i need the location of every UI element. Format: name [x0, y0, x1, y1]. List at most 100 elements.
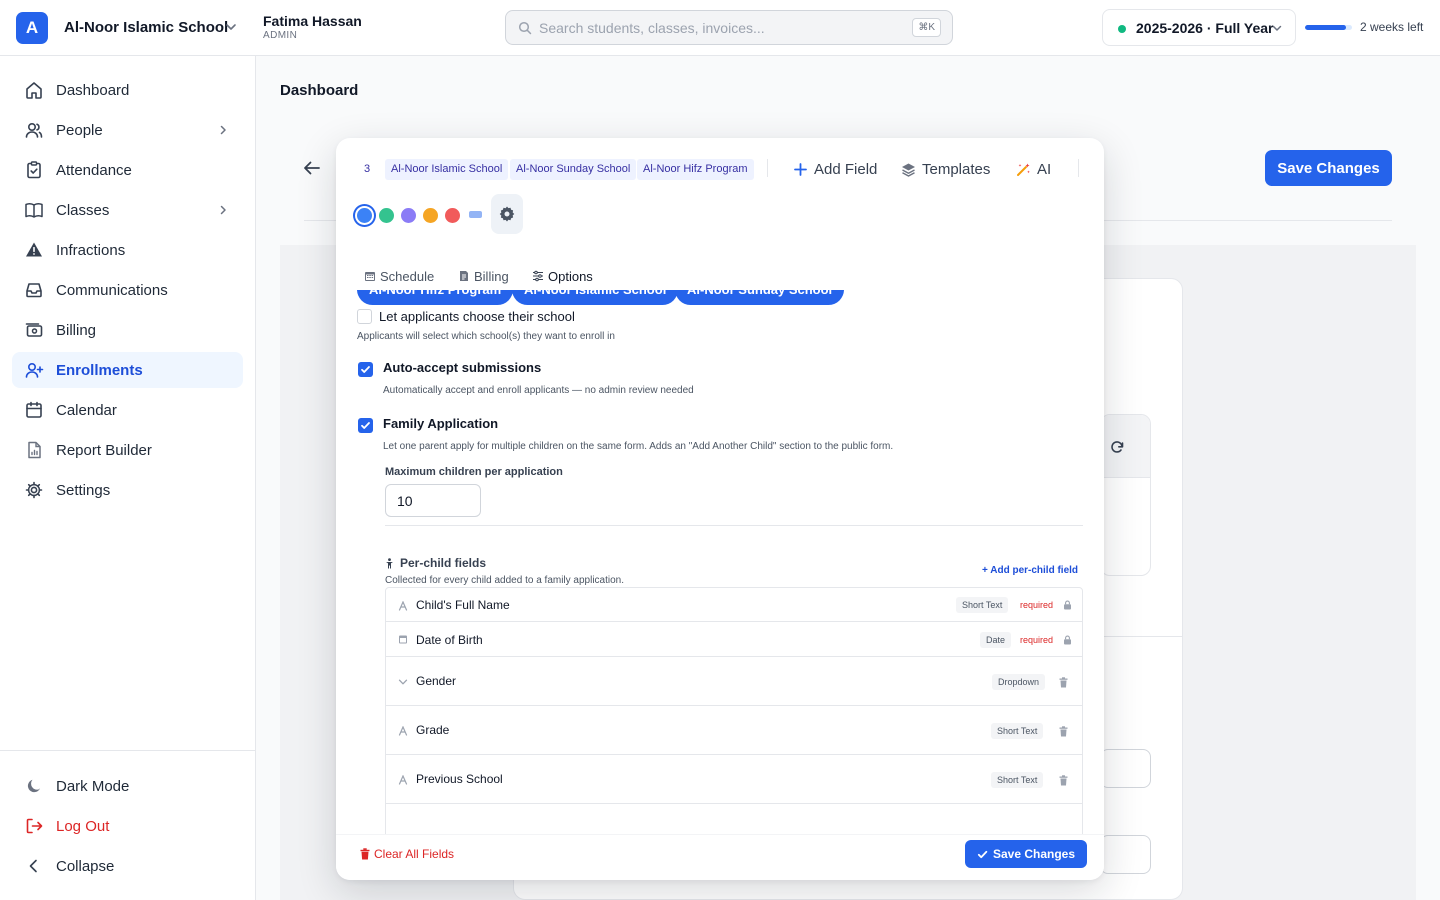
redo-icon[interactable]	[1109, 439, 1125, 455]
school-logo[interactable]: A	[16, 12, 48, 44]
clipboard-check-icon	[27, 161, 41, 179]
sidebar-item-billing[interactable]: Billing	[12, 312, 243, 348]
chevron-down-icon	[398, 679, 408, 685]
sidebar-item-settings[interactable]: Settings	[12, 472, 243, 508]
list-item[interactable]: Previous School Short Text	[386, 755, 1082, 804]
tab-label: Options	[548, 268, 593, 284]
report-icon	[28, 441, 41, 459]
theme-color-swatch[interactable]	[401, 208, 416, 223]
school-chip[interactable]: Al-Noor Islamic School	[385, 159, 509, 180]
school-switcher[interactable]: Al-Noor Islamic School	[64, 19, 228, 36]
save-changes-button[interactable]: Save Changes	[1265, 150, 1392, 186]
sidebar-item-dashboard[interactable]: Dashboard	[12, 72, 243, 108]
logout-button[interactable]: Log Out	[12, 808, 243, 844]
calendar-icon	[365, 272, 375, 281]
theme-settings-button[interactable]	[491, 194, 523, 234]
toolbar-divider	[1078, 159, 1079, 177]
school-chip[interactable]: Al-Noor Sunday School	[510, 159, 637, 180]
school-chip[interactable]: Al-Noor Hifz Program	[637, 159, 754, 180]
chevron-right-icon	[220, 125, 226, 135]
top-bar: A Al-Noor Islamic School Fatima Hassan A…	[0, 0, 1440, 56]
collapse-sidebar-button[interactable]: Collapse	[12, 848, 243, 884]
sidebar-item-classes[interactable]: Classes	[12, 192, 243, 228]
form-settings-modal: 3 Al-Noor Islamic School Al-Noor Sunday …	[336, 138, 1104, 880]
sidebar-item-attendance[interactable]: Attendance	[12, 152, 243, 188]
child-icon	[386, 557, 393, 568]
trash-icon[interactable]	[1059, 726, 1068, 737]
sidebar-item-label: Billing	[56, 322, 97, 339]
search-input[interactable]: Search students, classes, invoices... ⌘K	[505, 10, 953, 45]
modal-save-button[interactable]: Save Changes	[965, 840, 1087, 868]
breadcrumb[interactable]: Dashboard	[280, 82, 358, 99]
trash-icon[interactable]	[1059, 677, 1068, 688]
sidebar-item-infractions[interactable]: Infractions	[12, 232, 243, 268]
school-pill[interactable]: Al-Noor Hifz Program	[357, 290, 514, 305]
back-arrow-icon[interactable]	[302, 158, 322, 178]
gear-icon	[499, 206, 515, 222]
sidebar-item-report-builder[interactable]: Report Builder	[12, 432, 243, 468]
sidebar-item-people[interactable]: People	[12, 112, 243, 148]
calendar-small-icon	[399, 635, 407, 644]
list-item[interactable]: Grade Short Text	[386, 706, 1082, 755]
custom-color-swatch[interactable]	[469, 211, 482, 218]
clear-all-label: Clear All Fields	[374, 847, 455, 861]
theme-color-swatch[interactable]	[379, 208, 394, 223]
max-children-input[interactable]	[385, 484, 481, 517]
chevron-left-icon	[29, 859, 37, 873]
preview-divider	[1104, 636, 1183, 637]
list-item[interactable]: Date of Birth Date required	[386, 622, 1082, 657]
auto-accept-checkbox[interactable]	[358, 362, 373, 377]
tab-billing[interactable]: Billing	[458, 268, 509, 284]
add-per-child-field-button[interactable]: + Add per-child field	[982, 565, 1078, 576]
sidebar-item-label: Report Builder	[56, 442, 152, 459]
plus-icon	[794, 162, 807, 176]
clear-all-fields-button[interactable]: Clear All Fields	[360, 847, 454, 861]
sidebar: Dashboard People Attendance Classes Infr…	[0, 56, 256, 900]
check-icon	[361, 422, 370, 429]
user-info[interactable]: Fatima Hassan ADMIN	[263, 13, 362, 41]
sidebar-item-calendar[interactable]: Calendar	[12, 392, 243, 428]
dark-mode-toggle[interactable]: Dark Mode	[12, 768, 243, 804]
theme-color-swatch[interactable]	[357, 208, 372, 223]
toolbar-divider	[767, 159, 768, 177]
trash-icon[interactable]	[1059, 775, 1068, 786]
ai-button[interactable]: AI	[1016, 157, 1051, 181]
invoice-icon	[460, 271, 468, 281]
preview-field-header	[1101, 415, 1150, 478]
chevron-down-icon[interactable]	[224, 20, 238, 34]
school-year-select[interactable]: 2025-2026 · Full Year	[1102, 9, 1296, 46]
list-item[interactable]: Gender Dropdown	[386, 657, 1082, 706]
billing-icon	[25, 323, 43, 337]
choose-school-checkbox[interactable]	[357, 309, 372, 324]
choose-school-desc: Applicants will select which school(s) t…	[357, 331, 615, 342]
templates-button[interactable]: Templates	[901, 157, 990, 181]
tab-options[interactable]: Options	[532, 268, 593, 284]
theme-color-swatch[interactable]	[423, 208, 438, 223]
required-tag: required	[1020, 600, 1054, 610]
add-field-label: Add Field	[814, 160, 878, 178]
logout-label: Log Out	[56, 818, 110, 835]
magic-wand-icon	[1017, 163, 1030, 176]
family-application-checkbox[interactable]	[358, 418, 373, 433]
preview-field-card	[1100, 414, 1151, 576]
field-name: Date of Birth	[416, 633, 483, 647]
field-type-badge: Dropdown	[992, 674, 1046, 690]
sidebar-item-enrollments[interactable]: Enrollments	[12, 352, 243, 388]
sidebar-item-label: Classes	[56, 202, 110, 219]
add-field-button[interactable]: Add Field	[793, 157, 877, 181]
tab-schedule[interactable]: Schedule	[364, 268, 434, 284]
search-shortcut: ⌘K	[912, 18, 941, 37]
lock-icon	[1064, 600, 1071, 610]
school-pill[interactable]: Al-Noor Islamic School	[512, 290, 679, 305]
sidebar-item-communications[interactable]: Communications	[12, 272, 243, 308]
per-child-title: Per-child fields	[385, 556, 486, 570]
school-pill[interactable]: Al-Noor Sunday School	[675, 290, 845, 305]
text-type-icon	[398, 775, 408, 785]
options-panel[interactable]: Al-Noor Hifz Program Al-Noor Islamic Sch…	[336, 290, 1104, 834]
sidebar-item-label: Settings	[56, 482, 111, 499]
preview-input	[1100, 749, 1151, 788]
list-item[interactable]: Child's Full Name Short Text required	[386, 588, 1082, 622]
theme-color-swatch[interactable]	[445, 208, 460, 223]
school-year-label: 2025-2026 · Full Year	[1136, 20, 1274, 36]
ai-label: AI	[1037, 160, 1052, 178]
